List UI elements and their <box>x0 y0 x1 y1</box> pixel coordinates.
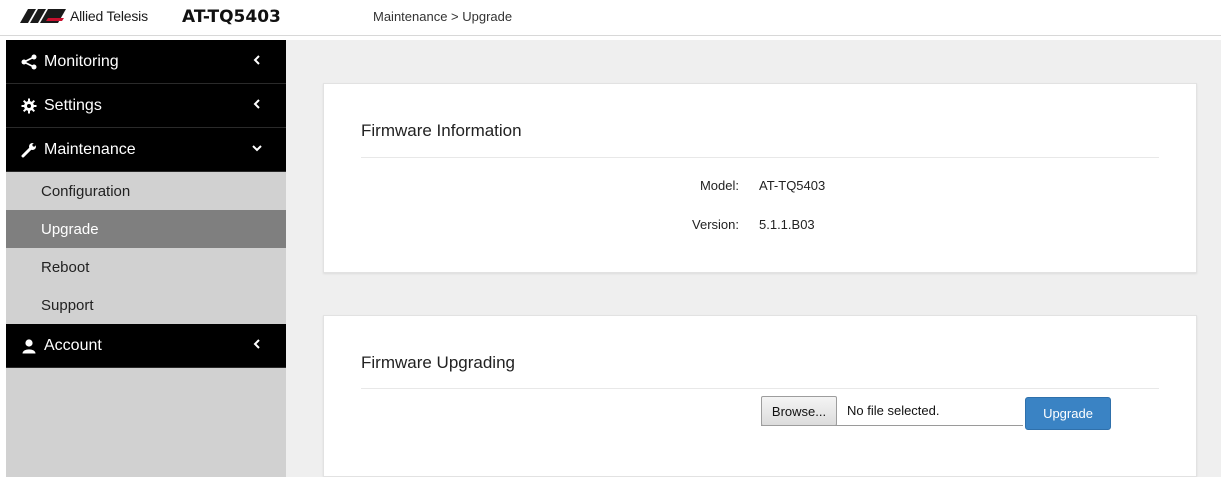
browse-button[interactable]: Browse... <box>761 396 837 426</box>
model-label: Model: <box>699 178 739 193</box>
breadcrumb: Maintenance > Upgrade <box>373 9 513 24</box>
user-icon <box>20 337 38 355</box>
sidebar-item-label: Monitoring <box>44 52 119 70</box>
allied-telesis-logo: Allied Telesis <box>20 8 148 24</box>
firmware-information-title: Firmware Information <box>361 121 522 140</box>
model-row: Model: AT-TQ5403 <box>324 178 1198 198</box>
upgrade-button[interactable]: Upgrade <box>1025 397 1111 430</box>
share-icon <box>20 53 38 71</box>
version-value: 5.1.1.B03 <box>759 217 815 232</box>
device-model-title: AT-TQ5403 <box>182 7 281 27</box>
firmware-information-panel: Firmware Information Model: AT-TQ5403 Ve… <box>323 83 1197 273</box>
gear-icon <box>20 97 38 115</box>
file-input[interactable]: Browse... No file selected. <box>761 396 1023 426</box>
sidebar-subitem-upgrade[interactable]: Upgrade <box>6 210 286 248</box>
chevron-left-icon <box>250 337 264 351</box>
sidebar-subitem-configuration[interactable]: Configuration <box>6 172 286 210</box>
sidebar-item-account[interactable]: Account <box>6 324 286 368</box>
allied-telesis-logo-mark-icon <box>20 9 66 23</box>
model-value: AT-TQ5403 <box>759 178 826 193</box>
sidebar-item-label: Settings <box>44 96 102 114</box>
firmware-upgrading-title: Firmware Upgrading <box>361 353 515 372</box>
sidebar: Monitoring Settings Maintenance Configur… <box>6 40 286 477</box>
sidebar-subitem-support[interactable]: Support <box>6 286 286 324</box>
firmware-upgrading-panel: Firmware Upgrading Browse... No file sel… <box>323 315 1197 477</box>
version-label: Version: <box>692 217 739 232</box>
sidebar-item-monitoring[interactable]: Monitoring <box>6 40 286 84</box>
divider <box>361 157 1159 158</box>
sidebar-subitem-reboot[interactable]: Reboot <box>6 248 286 286</box>
brand-name: Allied Telesis <box>70 8 148 24</box>
sidebar-item-settings[interactable]: Settings <box>6 84 286 128</box>
sidebar-item-maintenance[interactable]: Maintenance <box>6 128 286 172</box>
sidebar-item-label: Account <box>44 336 102 354</box>
chevron-down-icon <box>250 141 264 155</box>
main-content: Firmware Information Model: AT-TQ5403 Ve… <box>286 40 1221 477</box>
wrench-icon <box>20 141 38 159</box>
top-bar: Allied Telesis AT-TQ5403 Maintenance > U… <box>0 0 1221 36</box>
chevron-left-icon <box>250 97 264 111</box>
sidebar-item-label: Maintenance <box>44 140 136 158</box>
chevron-left-icon <box>250 53 264 67</box>
version-row: Version: 5.1.1.B03 <box>324 217 1198 237</box>
divider <box>361 388 1159 389</box>
file-status-text: No file selected. <box>847 403 940 418</box>
